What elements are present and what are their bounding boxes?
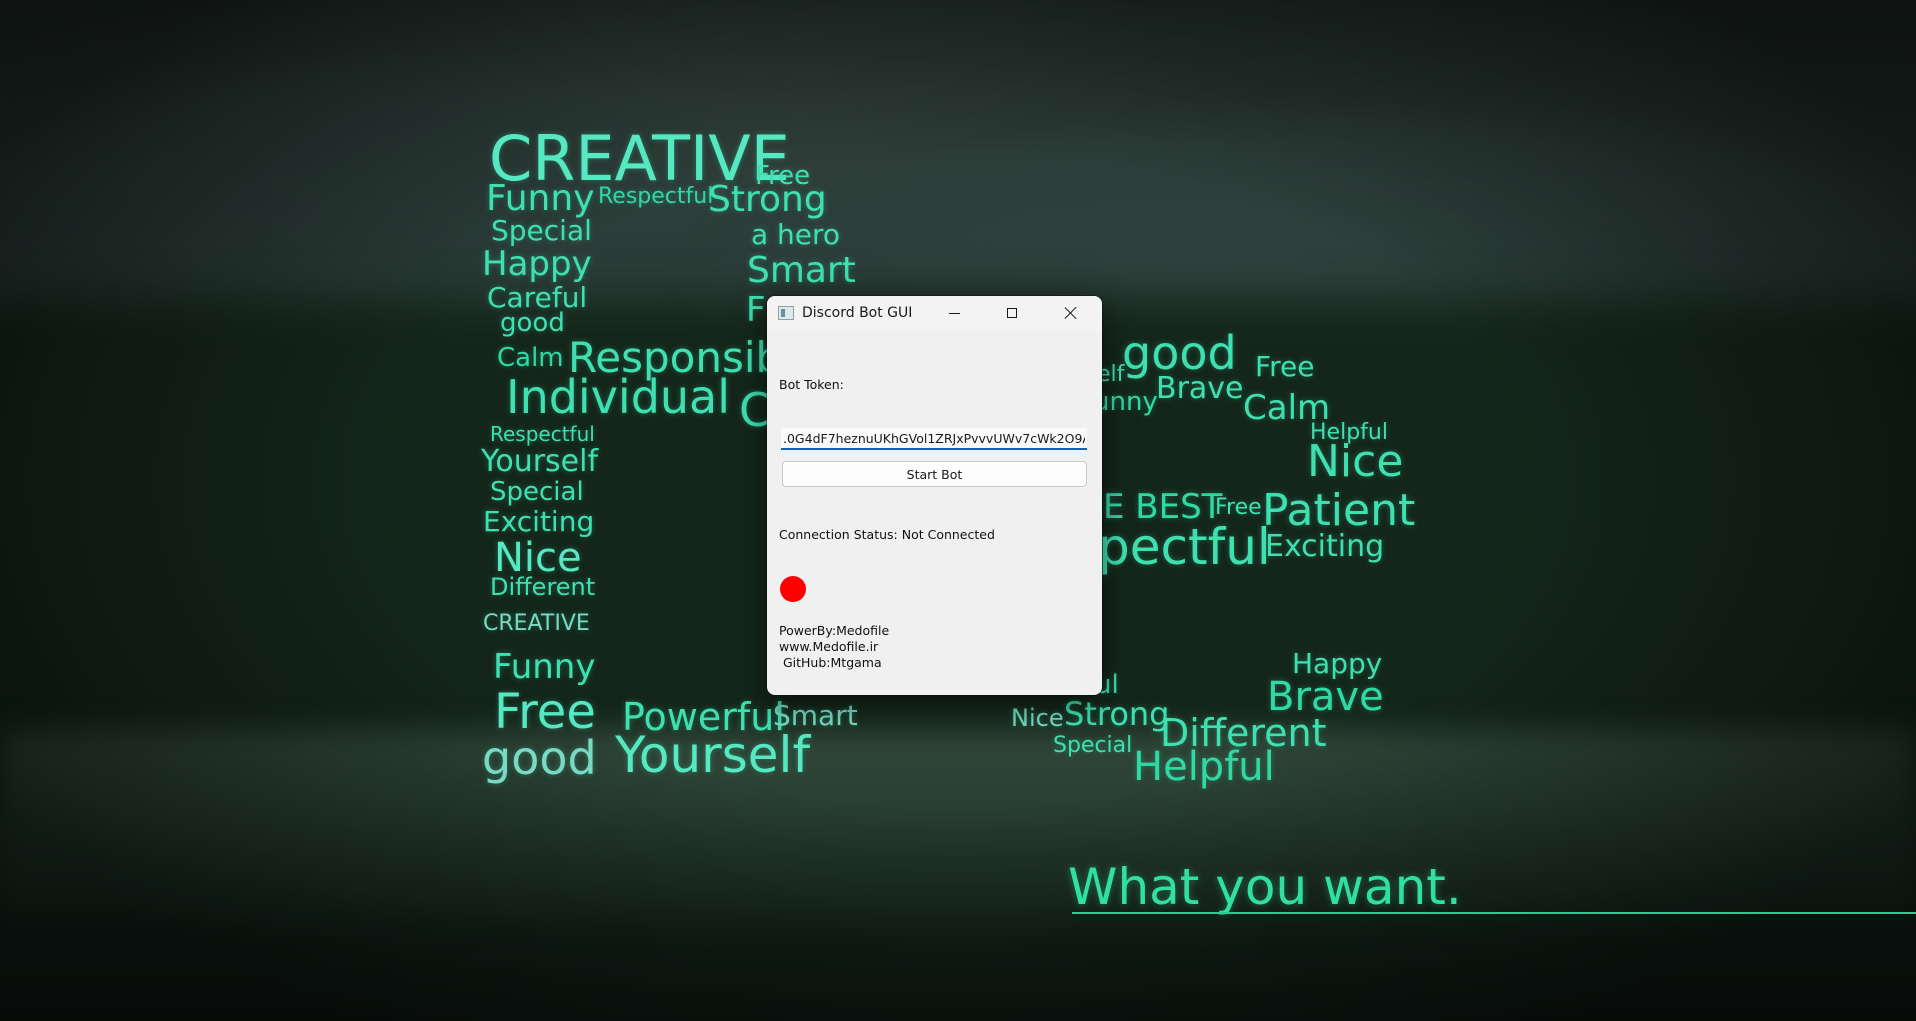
maximize-button[interactable] <box>989 296 1035 330</box>
wallpaper-word: Brave <box>1156 371 1244 406</box>
wallpaper-word: Special <box>490 477 584 507</box>
wallpaper-word: Free <box>494 684 596 740</box>
maximize-icon <box>1007 308 1017 318</box>
wallpaper-word: Nice <box>494 535 582 581</box>
bot-token-input[interactable] <box>781 428 1087 450</box>
wallpaper-word: Respectful <box>490 422 595 446</box>
wallpaper-word: a hero <box>751 218 841 251</box>
wallpaper-word: F <box>746 290 766 330</box>
credit-github: GitHub:Mtgama <box>779 655 882 670</box>
wallpaper-word: Different <box>490 573 596 601</box>
credit-powered-by: PowerBy:Medofile <box>779 623 890 638</box>
wallpaper-word: Helpful <box>1133 744 1275 790</box>
wallpaper-word: Nice <box>1011 704 1064 732</box>
wallpaper-word: CREATIVE <box>483 611 590 636</box>
wallpaper-word: Special <box>1053 733 1133 758</box>
bot-token-label: Bot Token: <box>779 377 844 392</box>
wallpaper-word: Respectful <box>598 184 714 209</box>
wallpaper-word: Patient <box>1262 485 1416 536</box>
close-icon <box>1064 306 1078 320</box>
wallpaper-word: Strong <box>708 179 827 220</box>
start-bot-button[interactable]: Start Bot <box>782 461 1087 487</box>
wallpaper-word: Calm <box>497 343 564 373</box>
wallpaper-word: good <box>500 308 565 338</box>
wallpaper-tagline: What you want. <box>1068 858 1462 916</box>
close-button[interactable] <box>1048 296 1094 330</box>
credits: PowerBy:Medofile www.Medofile.ir GitHub:… <box>779 623 889 671</box>
wallpaper-word: Yourself <box>481 444 599 479</box>
minimize-icon <box>948 312 960 314</box>
connection-status-label: Connection Status: Not Connected <box>779 527 995 542</box>
credit-website: www.Medofile.ir <box>779 639 879 654</box>
minimize-button[interactable] <box>931 296 977 330</box>
wallpaper-word: good <box>1122 326 1237 380</box>
app-icon <box>778 306 794 320</box>
wallpaper-word: Individual <box>506 370 731 424</box>
wallpaper-word: Funny <box>493 647 596 687</box>
wallpaper-word: Free <box>1255 350 1315 383</box>
wallpaper-word: unny <box>1093 387 1158 417</box>
discord-bot-window: Discord Bot GUI Bot Token: Start Bot Con… <box>767 296 1102 695</box>
window-title: Discord Bot GUI <box>802 305 913 321</box>
window-titlebar[interactable]: Discord Bot GUI <box>767 296 1102 330</box>
connection-status-indicator <box>780 576 806 602</box>
wallpaper-word: Free <box>1215 495 1262 520</box>
wallpaper-word: Exciting <box>1265 529 1385 564</box>
wallpaper-word: Strong <box>1064 695 1170 733</box>
wallpaper-word: Nice <box>1307 436 1404 487</box>
wallpaper-word: good <box>482 731 597 785</box>
wallpaper-word: Exciting <box>483 505 595 538</box>
tagline-underline <box>1072 912 1916 914</box>
wallpaper-word: Special <box>491 214 592 247</box>
wallpaper-word: pectful <box>1098 518 1271 576</box>
wallpaper-word: Funny <box>486 178 595 219</box>
wallpaper-word: Smart <box>747 250 856 291</box>
wallpaper-word: Yourself <box>615 726 811 784</box>
wallpaper-word: Happy <box>482 244 592 284</box>
